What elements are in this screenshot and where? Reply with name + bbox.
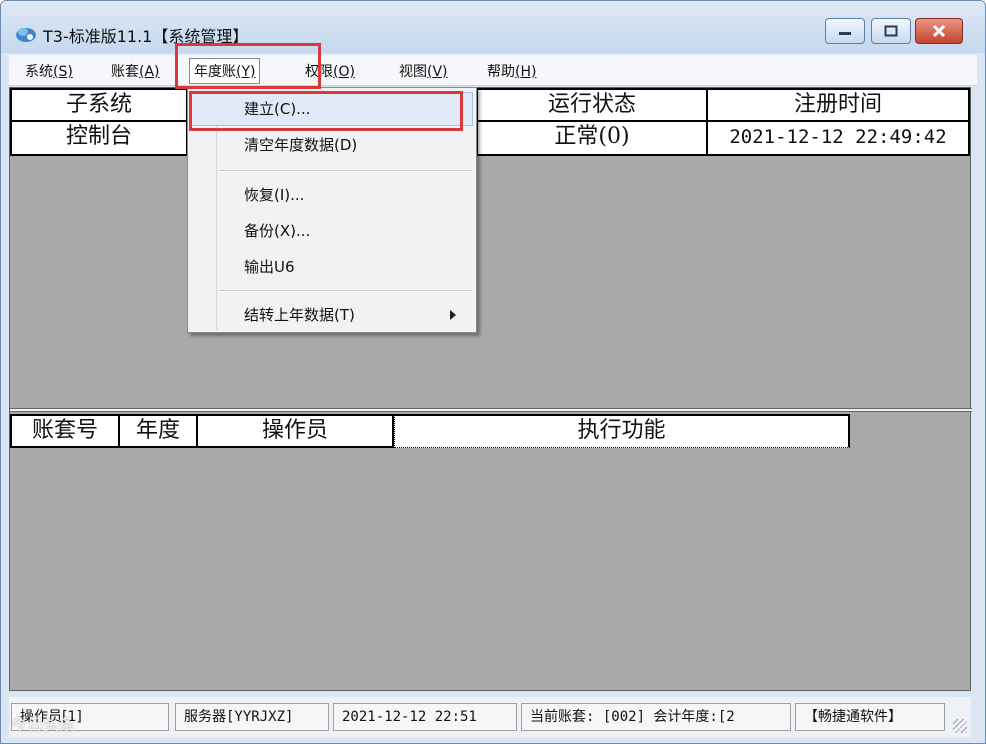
app-logo-icon (16, 28, 36, 42)
menu-item-export-u6[interactable]: 输出U6 (244, 256, 295, 277)
status-bar: 操作员[1] 服务器[YYRJXZ] 2021-12-12 22:51 当前账套… (9, 697, 971, 737)
menu-permissions-label: 权限 (305, 64, 333, 80)
menu-system[interactable]: 系统(S) (21, 60, 77, 82)
subsystems-table: 子系统 运行状态 注册时间 控制台 正常(0) 2021-12-12 22:49… (10, 88, 972, 160)
menu-bar: 系统(S) 账套(A) 年度账(Y) 权限(O) 视图(V) 帮助(H) (9, 55, 977, 86)
minimize-icon (839, 32, 851, 35)
menu-view-key: (V) (427, 64, 448, 80)
menu-annual-account-label: 年度账 (194, 64, 236, 80)
main-client-area: 子系统 运行状态 注册时间 控制台 正常(0) 2021-12-12 22:49… (9, 87, 972, 691)
row-register-time[interactable]: 2021-12-12 22:49:42 (708, 122, 970, 156)
menu-help[interactable]: 帮助(H) (483, 60, 540, 82)
header-subsystem: 子系统 (10, 88, 188, 122)
resize-grip-icon[interactable] (953, 719, 967, 733)
menu-help-key: (H) (515, 64, 537, 80)
minimize-button[interactable] (825, 18, 865, 44)
menu-annual-account-key: (Y) (236, 64, 256, 80)
header-year: 年度 (120, 414, 198, 448)
menu-item-clear-year-data[interactable]: 清空年度数据(D) (244, 134, 357, 155)
app-window: T3-标准版11.1【系统管理】 系统(S) 账套(A) 年度账(Y) 权限(O… (0, 0, 986, 744)
menu-system-label: 系统 (25, 64, 53, 80)
window-title: T3-标准版11.1【系统管理】 (43, 27, 249, 46)
menu-account-set-key: (A) (139, 64, 160, 80)
menu-item-carry-forward[interactable]: 结转上年数据(T) (244, 304, 355, 325)
menu-system-key: (S) (53, 64, 73, 80)
menu-account-set-label: 账套 (111, 64, 139, 80)
pane-splitter[interactable] (10, 408, 972, 412)
menu-help-label: 帮助 (487, 64, 515, 80)
title-bar[interactable]: T3-标准版11.1【系统管理】 (1, 1, 985, 53)
menu-view[interactable]: 视图(V) (395, 60, 452, 82)
status-datetime: 2021-12-12 22:51 (333, 703, 517, 731)
maximize-icon (884, 25, 898, 37)
maximize-button[interactable] (871, 18, 911, 44)
menu-item-restore[interactable]: 恢复(I)... (244, 184, 304, 205)
menu-annual-account[interactable]: 年度账(Y) (189, 58, 261, 84)
annual-account-dropdown: 建立(C)... 清空年度数据(D) 恢复(I)... 备份(X)... 输出U… (187, 87, 477, 333)
submenu-arrow-icon (450, 310, 456, 320)
header-register-time: 注册时间 (708, 88, 970, 122)
menu-gutter (216, 90, 217, 330)
status-brand: 【畅捷通软件】 (795, 703, 945, 731)
menu-item-backup[interactable]: 备份(X)... (244, 220, 310, 241)
menu-item-create[interactable]: 建立(C)... (244, 98, 310, 119)
menu-permissions-key: (O) (333, 64, 355, 80)
close-button[interactable] (915, 18, 963, 44)
header-operator: 操作员 (198, 414, 394, 448)
menu-account-set[interactable]: 账套(A) (107, 60, 164, 82)
menu-permissions[interactable]: 权限(O) (301, 60, 359, 82)
header-account-no: 账套号 (10, 414, 120, 448)
close-icon (932, 24, 946, 38)
watermark: 今日头条 (11, 715, 76, 734)
status-server: 服务器[YYRJXZ] (175, 703, 329, 731)
row-run-status[interactable]: 正常(0) (478, 122, 708, 156)
menu-separator (218, 290, 472, 292)
header-run-status: 运行状态 (478, 88, 708, 122)
menu-highlight (191, 92, 473, 126)
row-subsystem[interactable]: 控制台 (10, 122, 188, 156)
status-current-account: 当前账套: [002] 会计年度:[2 (521, 703, 791, 731)
menu-view-label: 视图 (399, 64, 427, 80)
header-function: 执行功能 (394, 414, 850, 448)
menu-separator (218, 170, 472, 172)
